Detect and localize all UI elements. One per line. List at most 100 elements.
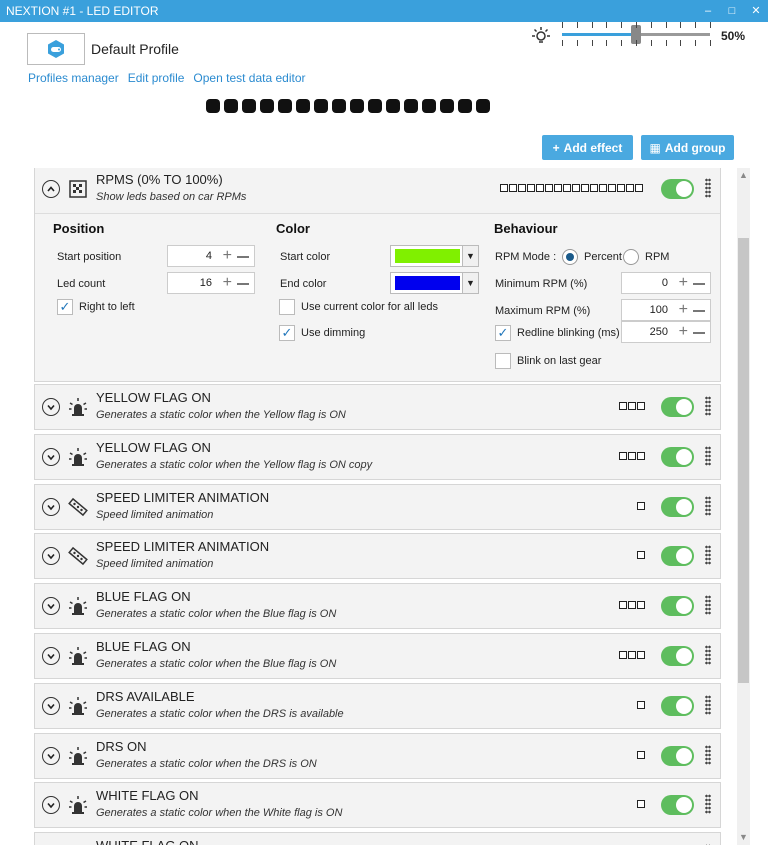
chevron-down-icon[interactable]: ▼: [462, 246, 478, 266]
chevron-down-icon[interactable]: [42, 547, 60, 566]
chevron-down-icon[interactable]: [42, 497, 60, 516]
test-data-editor-link[interactable]: Open test data editor: [193, 71, 305, 85]
start-color-picker[interactable]: ▼: [390, 245, 479, 267]
drag-handle-icon[interactable]: [705, 495, 711, 516]
max-rpm-stepper[interactable]: 100 +: [621, 299, 711, 321]
effect-header[interactable]: DRS ON Generates a static color when the …: [35, 734, 720, 780]
effect-header[interactable]: YELLOW FLAG ON Generates a static color w…: [35, 385, 720, 431]
effect-header[interactable]: BLUE FLAG ON Generates a static color whe…: [35, 584, 720, 630]
minus-icon[interactable]: [693, 332, 705, 334]
chevron-down-icon[interactable]: [42, 447, 60, 466]
chevron-down-icon[interactable]: ▼: [462, 273, 478, 293]
add-group-label: Add group: [664, 140, 726, 155]
enable-toggle[interactable]: [661, 795, 694, 816]
drag-handle-icon[interactable]: [705, 744, 711, 765]
chevron-down-icon[interactable]: [42, 647, 60, 665]
min-rpm-stepper[interactable]: 0 +: [621, 272, 711, 294]
led-count-value[interactable]: 16: [200, 277, 212, 289]
start-position-stepper[interactable]: 4 +: [167, 245, 255, 267]
effect-header[interactable]: BLUE FLAG ON Generates a static color whe…: [35, 634, 720, 680]
use-dimming-label: Use dimming: [301, 327, 366, 339]
rpm-radio[interactable]: [623, 249, 639, 265]
edit-profile-link[interactable]: Edit profile: [128, 71, 185, 85]
effect-header[interactable]: WHITE FLAG ON: [35, 833, 720, 845]
scroll-up-icon[interactable]: ▲: [737, 170, 750, 180]
use-dimming-checkbox[interactable]: ✓: [279, 325, 295, 341]
brightness-slider[interactable]: [562, 21, 712, 47]
scrollbar-thumb[interactable]: [738, 238, 749, 683]
effect-card[interactable]: YELLOW FLAG ON Generates a static color w…: [34, 384, 721, 430]
profiles-manager-link[interactable]: Profiles manager: [28, 71, 119, 85]
effect-card[interactable]: BLUE FLAG ON Generates a static color whe…: [34, 633, 721, 679]
chevron-down-icon[interactable]: [42, 746, 60, 765]
minus-icon[interactable]: [237, 256, 249, 258]
max-rpm-value[interactable]: 100: [650, 304, 668, 316]
maximize-button[interactable]: □: [720, 0, 744, 22]
minus-icon[interactable]: [693, 310, 705, 312]
chevron-down-icon[interactable]: [42, 398, 60, 416]
drag-handle-icon[interactable]: [705, 445, 711, 466]
effect-card[interactable]: YELLOW FLAG ON Generates a static color w…: [34, 433, 721, 481]
chevron-down-icon[interactable]: [42, 597, 60, 616]
enable-toggle[interactable]: [661, 546, 694, 567]
plus-icon[interactable]: +: [223, 274, 232, 292]
plus-icon[interactable]: +: [223, 247, 232, 265]
enable-toggle[interactable]: [661, 397, 694, 417]
end-color-picker[interactable]: ▼: [390, 272, 479, 294]
chevron-up-icon[interactable]: [42, 180, 60, 198]
drag-handle-icon[interactable]: [705, 794, 711, 815]
plus-icon[interactable]: +: [679, 274, 688, 292]
redline-blinking-checkbox[interactable]: ✓: [495, 325, 511, 341]
add-group-button[interactable]: ▦ Add group: [641, 135, 734, 160]
enable-toggle[interactable]: [661, 596, 694, 617]
effect-header[interactable]: RPMS (0% TO 100%) Show leds based on car…: [35, 168, 720, 213]
drag-handle-icon[interactable]: [705, 694, 711, 715]
effect-header[interactable]: SPEED LIMITER ANIMATION Speed limited ani…: [35, 534, 720, 580]
effect-card[interactable]: WHITE FLAG ON: [34, 832, 721, 845]
effect-header[interactable]: DRS AVAILABLE Generates a static color wh…: [35, 684, 720, 730]
effect-header[interactable]: SPEED LIMITER ANIMATION Speed limited ani…: [35, 485, 720, 531]
close-button[interactable]: ✕: [744, 0, 768, 22]
drag-handle-icon[interactable]: [705, 645, 711, 665]
plus-icon[interactable]: +: [679, 323, 688, 341]
effect-card[interactable]: BLUE FLAG ON Generates a static color whe…: [34, 583, 721, 630]
enable-toggle[interactable]: [661, 745, 694, 766]
drag-handle-icon[interactable]: [705, 178, 711, 198]
minimize-button[interactable]: –: [696, 0, 720, 22]
min-rpm-value[interactable]: 0: [662, 277, 668, 289]
minus-icon[interactable]: [237, 283, 249, 285]
chevron-down-icon[interactable]: [42, 696, 60, 715]
scrollbar[interactable]: ▲ ▼: [737, 168, 750, 845]
redline-blinking-stepper[interactable]: 250 +: [621, 321, 711, 343]
led-count-stepper[interactable]: 16 +: [167, 272, 255, 294]
effect-subtitle: Generates a static color when the Blue f…: [96, 658, 337, 670]
effect-card[interactable]: SPEED LIMITER ANIMATION Speed limited ani…: [34, 533, 721, 580]
effect-card[interactable]: WHITE FLAG ON Generates a static color wh…: [34, 782, 721, 829]
enable-toggle[interactable]: [661, 496, 694, 517]
enable-toggle[interactable]: [661, 695, 694, 716]
profile-logo[interactable]: [27, 33, 85, 65]
effect-card[interactable]: DRS ON Generates a static color when the …: [34, 732, 721, 780]
blink-last-gear-checkbox[interactable]: [495, 353, 511, 369]
enable-toggle[interactable]: [661, 179, 694, 199]
minus-icon[interactable]: [693, 283, 705, 285]
start-position-value[interactable]: 4: [206, 250, 212, 262]
effect-header[interactable]: WHITE FLAG ON Generates a static color wh…: [35, 783, 720, 829]
right-to-left-checkbox[interactable]: ✓: [57, 299, 73, 315]
effect-card[interactable]: DRS AVAILABLE Generates a static color wh…: [34, 682, 721, 730]
drag-handle-icon[interactable]: [705, 595, 711, 616]
add-effect-button[interactable]: + Add effect: [542, 135, 633, 160]
chevron-down-icon[interactable]: [42, 796, 60, 815]
percent-radio[interactable]: [562, 249, 578, 265]
plus-icon[interactable]: +: [679, 301, 688, 319]
scroll-down-icon[interactable]: ▼: [737, 832, 750, 842]
drag-handle-icon[interactable]: [705, 396, 711, 416]
use-current-color-checkbox[interactable]: [279, 299, 295, 315]
enable-toggle[interactable]: [661, 646, 694, 666]
enable-toggle[interactable]: [661, 446, 694, 467]
led-strip-icon: [68, 497, 88, 517]
effect-card[interactable]: SPEED LIMITER ANIMATION Speed limited ani…: [34, 483, 721, 531]
redline-blinking-value[interactable]: 250: [650, 326, 668, 338]
drag-handle-icon[interactable]: [705, 545, 711, 566]
effect-header[interactable]: YELLOW FLAG ON Generates a static color w…: [35, 435, 720, 481]
